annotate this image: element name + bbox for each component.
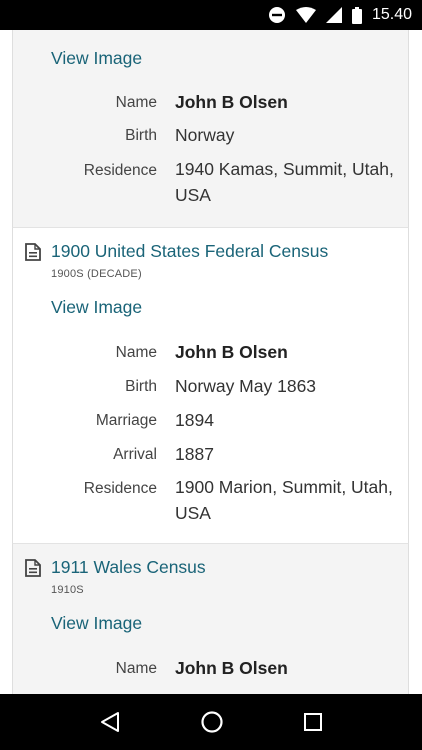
do-not-disturb-icon	[268, 7, 285, 23]
field-value: 1887	[175, 444, 214, 464]
field-label: Name	[115, 344, 157, 361]
view-image-link[interactable]: View Image	[51, 48, 142, 69]
status-bar: 15.40	[0, 0, 422, 30]
cell-signal-icon	[325, 7, 342, 23]
wifi-icon	[295, 7, 316, 23]
record-subtitle: 1900S (DECADE)	[51, 268, 142, 280]
status-time: 15.40	[371, 6, 412, 23]
record-title-row[interactable]: 1911 Wales Census	[25, 557, 206, 578]
record-card: 1900 United States Federal Census 1900S …	[12, 227, 409, 544]
record-subtitle: 1910S	[51, 584, 84, 596]
record-card: 1911 Wales Census 1910S View Image Name …	[12, 544, 409, 694]
home-icon[interactable]	[200, 710, 224, 734]
recents-icon[interactable]	[303, 712, 323, 732]
field-label: Name	[115, 660, 157, 677]
field-value: 1900 Marion, Summit, Utah, USA	[175, 477, 393, 523]
record-title[interactable]: 1911 Wales Census	[51, 557, 206, 578]
field-value: Norway May 1863	[175, 376, 317, 396]
record-title[interactable]: 1900 United States Federal Census	[51, 241, 328, 262]
field-value: 1940 Kamas, Summit, Utah, USA	[175, 159, 394, 205]
battery-icon	[351, 6, 362, 24]
field-label: Marriage	[95, 412, 157, 429]
document-icon	[25, 242, 41, 261]
record-title-row[interactable]: 1900 United States Federal Census	[25, 241, 328, 262]
field-value: John B Olsen	[175, 658, 288, 678]
document-icon	[25, 558, 41, 577]
record-card: View Image Name John B Olsen Birth Norwa…	[12, 30, 409, 227]
field-value: 1894	[175, 410, 214, 430]
field-label: Residence	[83, 480, 157, 497]
field-label: Birth	[125, 127, 157, 144]
field-label: Birth	[125, 378, 157, 395]
view-image-link[interactable]: View Image	[51, 613, 142, 634]
status-icons: 15.40	[268, 0, 412, 30]
records-list[interactable]: View Image Name John B Olsen Birth Norwa…	[0, 30, 422, 694]
field-value: John B Olsen	[175, 342, 288, 362]
back-icon[interactable]	[99, 711, 121, 733]
field-label: Name	[115, 94, 157, 111]
field-value: Norway	[175, 125, 235, 145]
field-value: John B Olsen	[175, 92, 288, 112]
view-image-link[interactable]: View Image	[51, 297, 142, 318]
navigation-bar	[0, 694, 422, 750]
field-label: Arrival	[113, 446, 157, 463]
field-label: Residence	[83, 162, 157, 179]
